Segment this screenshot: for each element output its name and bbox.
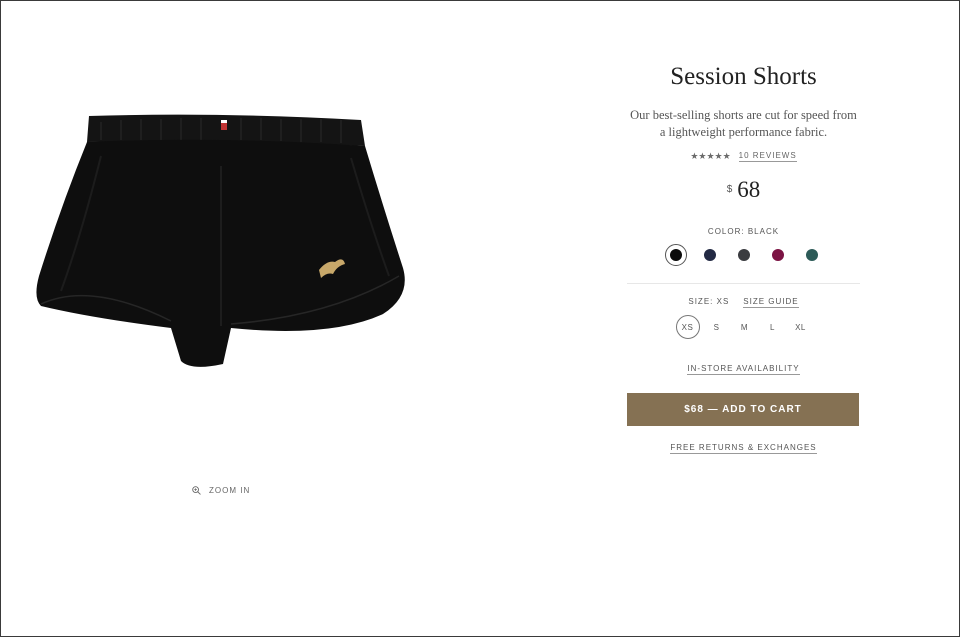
color-swatch-teal[interactable] — [805, 249, 818, 261]
zoom-in-icon — [192, 486, 201, 495]
size-option-m[interactable]: M — [734, 316, 756, 338]
returns-info: FREE RETURNS & EXCHANGES — [627, 443, 860, 454]
size-options: XS S M L XL — [627, 315, 860, 339]
price: $ 68 — [627, 177, 860, 203]
reviews-link[interactable]: 10 REVIEWS — [738, 151, 797, 162]
star-rating-icon: ★★★★★ — [690, 151, 731, 161]
color-swatch-navy[interactable] — [703, 249, 716, 261]
product-image[interactable] — [31, 106, 411, 381]
price-currency: $ — [726, 184, 733, 195]
size-option-xl[interactable]: XL — [790, 316, 812, 338]
color-swatch-black[interactable] — [669, 249, 682, 261]
color-swatches — [627, 244, 860, 266]
size-header: SIZE: XS SIZE GUIDE — [627, 297, 860, 308]
zoom-in-button[interactable]: ZOOM IN — [192, 486, 250, 495]
swatch-navy-ring[interactable] — [699, 244, 721, 266]
product-title: Session Shorts — [670, 63, 817, 90]
swatch-teal-ring[interactable] — [801, 244, 823, 266]
size-option-s[interactable]: S — [706, 316, 728, 338]
size-guide-link[interactable]: SIZE GUIDE — [743, 297, 799, 308]
color-swatch-charcoal[interactable] — [737, 249, 750, 261]
page-frame: ZOOM IN Session Shorts Our best-selling … — [0, 0, 960, 637]
swatch-black-ring[interactable] — [664, 244, 687, 266]
rating-row: ★★★★★ 10 REVIEWS — [627, 151, 860, 162]
size-option-l[interactable]: L — [762, 316, 784, 338]
color-label: COLOR: BLACK — [707, 227, 780, 236]
size-option-xs[interactable]: XS — [675, 315, 700, 339]
product-description: Our best-selling shorts are cut for spee… — [630, 108, 857, 139]
size-label: SIZE: XS — [688, 297, 730, 306]
shorts-illustration — [36, 114, 405, 367]
swatch-charcoal-ring[interactable] — [733, 244, 755, 266]
swatch-maroon-ring[interactable] — [767, 244, 789, 266]
color-swatch-maroon[interactable] — [771, 249, 784, 261]
price-amount: 68 — [737, 177, 761, 202]
divider — [627, 283, 860, 284]
free-returns-link[interactable]: FREE RETURNS & EXCHANGES — [670, 443, 817, 454]
in-store-availability-link[interactable]: IN-STORE AVAILABILITY — [687, 364, 800, 375]
add-to-cart-button[interactable]: $68 — ADD TO CART — [627, 393, 859, 426]
zoom-in-label: ZOOM IN — [209, 486, 251, 495]
in-store-availability: IN-STORE AVAILABILITY — [627, 364, 860, 375]
